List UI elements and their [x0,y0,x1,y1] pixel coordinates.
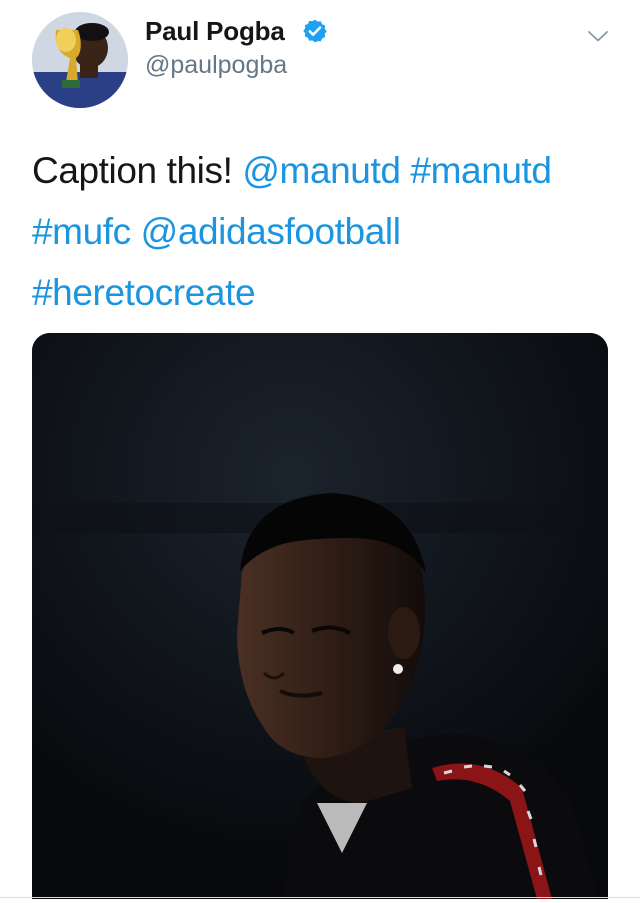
hashtag-link[interactable]: #manutd [410,150,552,191]
verified-badge-icon [303,19,327,43]
mention-link[interactable]: @manutd [242,150,401,191]
photo-portrait [32,333,608,899]
display-name[interactable]: Paul Pogba [145,16,285,47]
hashtag-link[interactable]: #mufc [32,211,131,252]
avatar-image [32,12,128,108]
user-handle[interactable]: @paulpogba [145,51,287,80]
tweet-text-plain: Caption this! [32,150,243,191]
mention-link[interactable]: @adidasfootball [141,211,401,252]
tweet-photo[interactable] [32,333,608,899]
tweet-text-space [401,150,411,191]
hashtag-link[interactable]: #heretocreate [32,272,256,313]
tweet-card: Paul Pogba @paulpogba Caption this! @man… [0,0,640,903]
avatar[interactable] [32,12,128,108]
tweet-text-space [131,211,141,252]
chevron-down-icon[interactable] [586,24,610,48]
tweet-text: Caption this! @manutd #manutd #mufc @adi… [32,140,610,323]
divider [0,897,640,898]
